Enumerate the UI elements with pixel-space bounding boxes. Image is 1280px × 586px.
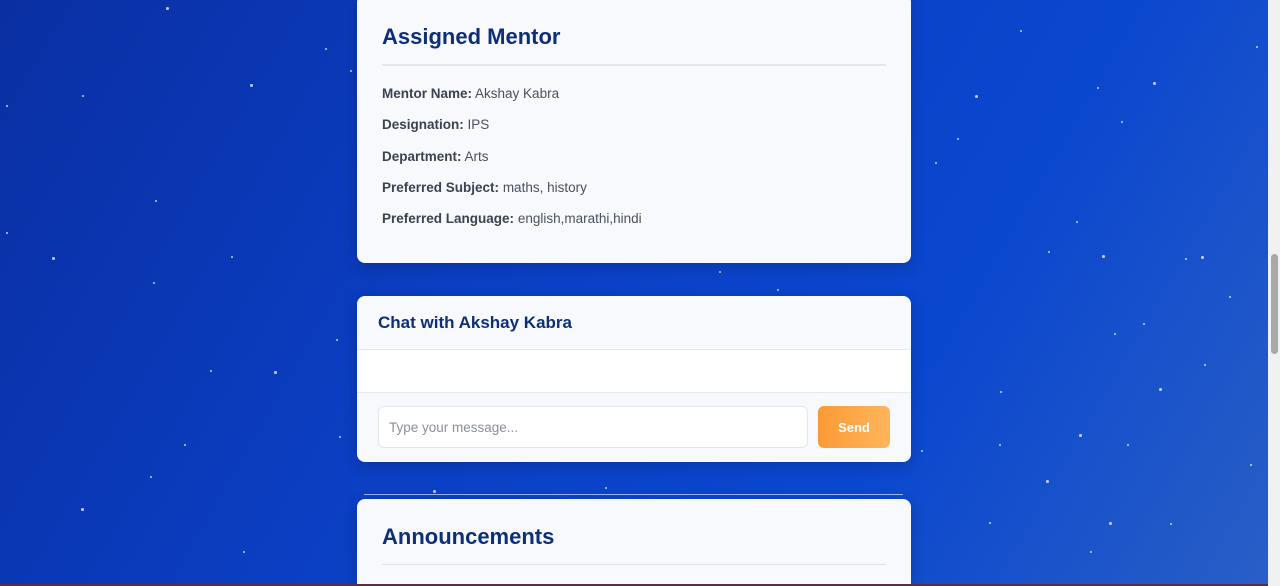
star-dot — [777, 289, 779, 291]
star-dot — [1127, 444, 1129, 446]
star-dot — [1159, 388, 1162, 391]
star-dot — [719, 271, 721, 273]
star-dot — [153, 282, 155, 284]
detail-designation: Designation: IPS — [382, 117, 886, 148]
star-dot — [989, 522, 991, 524]
detail-value: maths, history — [502, 179, 587, 195]
star-dot — [184, 444, 186, 446]
star-dot — [957, 138, 959, 140]
star-dot — [1046, 480, 1049, 483]
star-dot — [1250, 464, 1252, 466]
announcements-title: Announcements — [382, 524, 886, 565]
star-dot — [52, 257, 55, 260]
star-dot — [1204, 364, 1206, 366]
chat-input-row: Send — [357, 393, 911, 448]
star-dot — [155, 200, 157, 202]
scrollbar-thumb[interactable] — [1271, 254, 1278, 354]
detail-label: Designation: — [382, 117, 464, 133]
detail-department: Department: Arts — [382, 149, 886, 180]
star-dot — [350, 70, 352, 72]
detail-label: Mentor Name: — [382, 86, 473, 101]
star-dot — [1256, 46, 1258, 48]
star-dot — [6, 232, 8, 234]
star-dot — [1153, 82, 1156, 85]
star-dot — [6, 105, 8, 107]
chat-messages-area[interactable] — [357, 350, 911, 393]
announcements-card: Announcements — [357, 499, 911, 586]
detail-value: Akshay Kabra — [475, 86, 560, 101]
star-dot — [243, 551, 245, 553]
star-dot — [433, 490, 436, 493]
chat-title: Chat with Akshay Kabra — [378, 313, 572, 332]
star-dot — [1097, 87, 1099, 89]
assigned-mentor-card: Assigned Mentor Mentor Name: Akshay Kabr… — [357, 0, 911, 263]
detail-mentor-name: Mentor Name: Akshay Kabra — [382, 86, 886, 117]
star-dot — [1201, 256, 1204, 259]
star-dot — [1020, 30, 1022, 32]
detail-value: IPS — [467, 117, 490, 133]
star-dot — [935, 162, 937, 164]
chat-card: Chat with Akshay Kabra Send — [357, 296, 911, 462]
star-dot — [1048, 251, 1050, 253]
star-dot — [1102, 255, 1105, 258]
star-dot — [81, 508, 84, 511]
star-dot — [1185, 258, 1187, 260]
star-dot — [250, 84, 253, 87]
star-dot — [1121, 121, 1123, 123]
detail-label: Preferred Subject: — [382, 179, 500, 195]
star-dot — [1143, 323, 1145, 325]
star-dot — [210, 370, 212, 372]
star-dot — [975, 95, 978, 98]
send-button[interactable]: Send — [818, 406, 890, 448]
message-input[interactable] — [378, 406, 808, 448]
detail-preferred-language: Preferred Language: english,marathi,hind… — [382, 211, 886, 242]
star-dot — [336, 339, 338, 341]
star-dot — [1170, 523, 1172, 525]
star-dot — [82, 95, 84, 97]
star-dot — [921, 450, 923, 452]
star-dot — [1114, 333, 1116, 335]
star-dot — [1079, 434, 1082, 437]
star-dot — [231, 256, 233, 258]
star-dot — [1000, 391, 1002, 393]
chat-header: Chat with Akshay Kabra — [357, 296, 911, 350]
star-dot — [166, 7, 169, 10]
detail-label: Preferred Language: — [382, 211, 515, 227]
star-dot — [274, 371, 277, 374]
page-scrollbar[interactable] — [1268, 0, 1280, 586]
star-dot — [1229, 296, 1231, 298]
star-dot — [150, 476, 152, 478]
star-dot — [1109, 522, 1112, 525]
section-divider — [364, 494, 903, 495]
mentor-card-title: Assigned Mentor — [382, 24, 886, 66]
star-dot — [999, 444, 1001, 446]
star-dot — [605, 487, 607, 489]
star-dot — [1076, 221, 1078, 223]
star-dot — [339, 436, 341, 438]
star-dot — [1090, 551, 1092, 553]
star-dot — [325, 48, 327, 50]
mentor-details-list: Mentor Name: Akshay Kabra Designation: I… — [382, 86, 886, 242]
detail-value: english,marathi,hindi — [517, 211, 642, 227]
detail-preferred-subject: Preferred Subject: maths, history — [382, 180, 886, 211]
detail-value: Arts — [464, 148, 489, 164]
detail-label: Department: — [382, 148, 462, 164]
